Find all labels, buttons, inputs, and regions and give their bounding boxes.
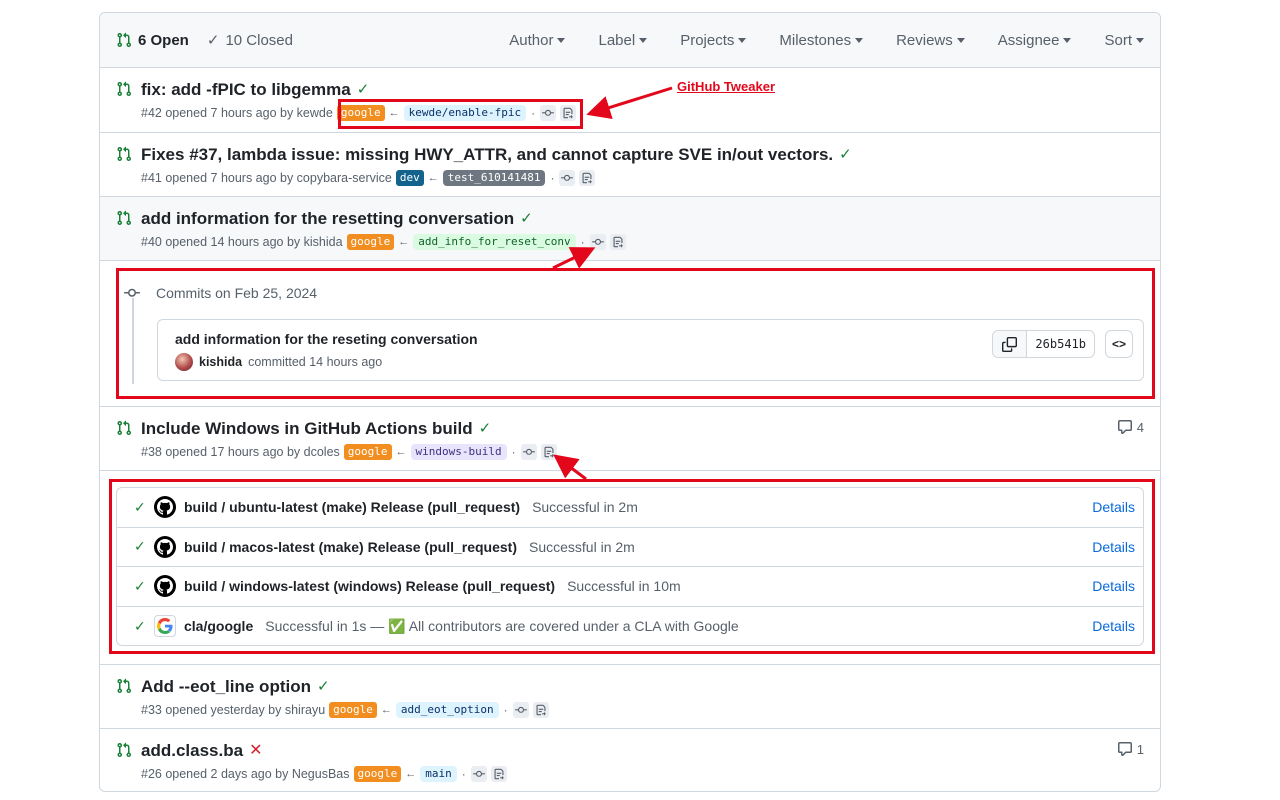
- annotation-arrows: [552, 86, 673, 481]
- annotation-arrow: [552, 247, 596, 270]
- annotation-arrow: [586, 86, 673, 120]
- annotation-arrow: [553, 454, 587, 481]
